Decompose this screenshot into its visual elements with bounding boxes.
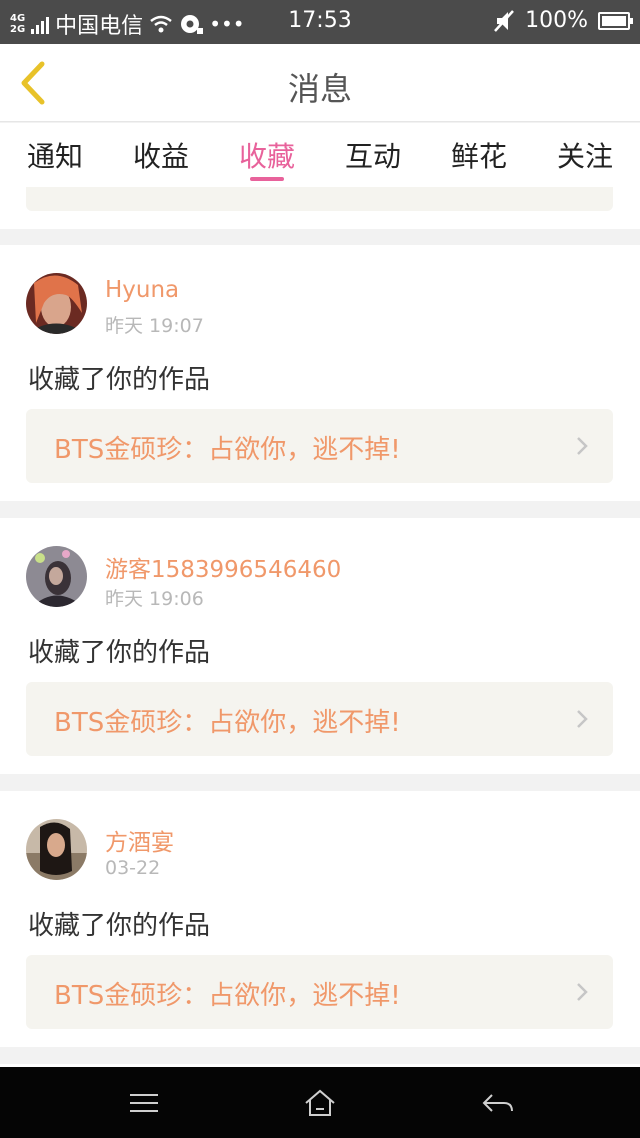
work-link[interactable]: BTS金硕珍：占欲你，逃不掉!: [26, 682, 613, 756]
work-title: BTS金硕珍：占欲你，逃不掉!: [54, 981, 401, 1011]
message-card: Hyuna 昨天 19:07 收藏了你的作品 BTS金硕珍：占欲你，逃不掉!: [0, 245, 640, 501]
menu-icon: [130, 1094, 158, 1112]
tab-flowers[interactable]: 鲜花: [434, 135, 524, 175]
message-action: 收藏了你的作品: [28, 911, 211, 941]
user-name[interactable]: 游客1583996546460: [105, 550, 341, 584]
silent-icon: [494, 9, 515, 32]
message-time: 03-22: [105, 857, 161, 879]
work-title: BTS金硕珍：占欲你，逃不掉!: [54, 435, 401, 465]
return-button[interactable]: [478, 1087, 518, 1119]
avatar[interactable]: [26, 273, 87, 334]
message-action: 收藏了你的作品: [28, 638, 211, 668]
message-action: 收藏了你的作品: [28, 365, 211, 395]
work-link-partial[interactable]: [26, 187, 613, 211]
home-icon: [305, 1089, 335, 1116]
chevron-right-icon: [577, 710, 588, 728]
status-right: 100%: [493, 8, 633, 33]
work-link[interactable]: BTS金硕珍：占欲你，逃不掉!: [26, 409, 613, 483]
page-title: 消息: [287, 70, 352, 108]
active-tab-indicator: [250, 177, 284, 181]
tab-interactions[interactable]: 互动: [328, 135, 418, 175]
message-card-partial: [0, 187, 640, 229]
message-time: 昨天 19:07: [105, 315, 204, 337]
tab-bar: 通知 收益 收藏 互动 鲜花 关注: [0, 123, 640, 187]
tab-notifications[interactable]: 通知: [10, 135, 100, 175]
user-name[interactable]: Hyuna: [105, 277, 179, 303]
user-name[interactable]: 方酒宴: [105, 823, 174, 857]
app-header: 消息: [0, 44, 640, 122]
tab-earnings[interactable]: 收益: [116, 135, 206, 175]
status-bar: 4G 2G 中国电信 ••• 17:53 100%: [0, 0, 640, 44]
home-button[interactable]: [300, 1087, 340, 1119]
tab-following[interactable]: 关注: [540, 135, 630, 175]
message-time: 昨天 19:06: [105, 588, 204, 610]
system-nav-bar: [0, 1067, 640, 1138]
battery-icon: [598, 11, 633, 30]
work-title: BTS金硕珍：占欲你，逃不掉!: [54, 708, 401, 738]
chevron-right-icon: [577, 983, 588, 1001]
back-arrow-icon: [482, 1094, 513, 1112]
menu-button[interactable]: [124, 1087, 164, 1119]
tab-favorites[interactable]: 收藏: [222, 135, 312, 175]
chevron-right-icon: [577, 437, 588, 455]
message-card: 游客1583996546460 昨天 19:06 收藏了你的作品 BTS金硕珍：…: [0, 518, 640, 774]
work-link[interactable]: BTS金硕珍：占欲你，逃不掉!: [26, 955, 613, 1029]
message-list: Hyuna 昨天 19:07 收藏了你的作品 BTS金硕珍：占欲你，逃不掉! 游…: [0, 187, 640, 1067]
battery-percent: 100%: [525, 8, 588, 33]
avatar[interactable]: [26, 546, 87, 607]
avatar[interactable]: [26, 819, 87, 880]
message-card: 方酒宴 03-22 收藏了你的作品 BTS金硕珍：占欲你，逃不掉!: [0, 791, 640, 1047]
